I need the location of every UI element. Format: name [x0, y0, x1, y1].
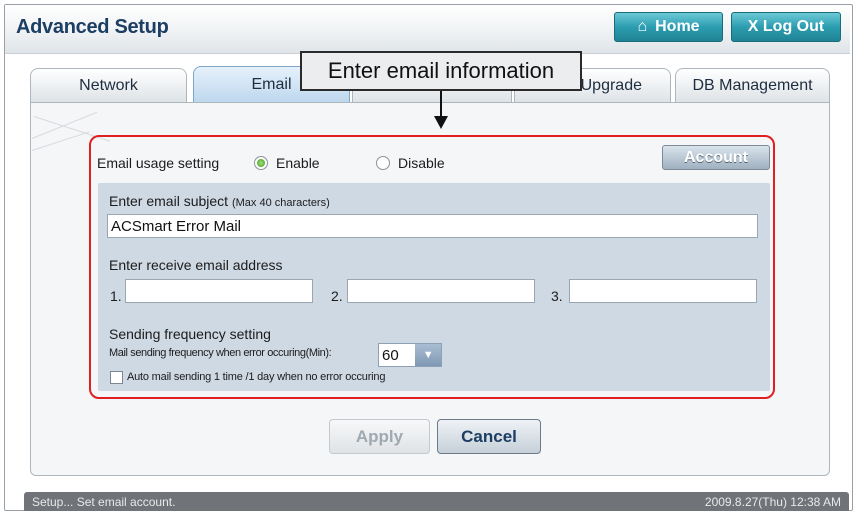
address-input-2[interactable]	[347, 279, 535, 303]
enable-radio[interactable]: Enable	[254, 155, 320, 171]
subject-label: Enter email subject (Max 40 characters)	[109, 193, 330, 209]
tab-network[interactable]: Network	[30, 68, 187, 103]
address-input-3[interactable]	[569, 279, 757, 303]
frequency-label: Sending frequency setting	[109, 326, 271, 342]
email-usage-label: Email usage setting	[97, 155, 220, 171]
address-input-1[interactable]	[125, 279, 313, 303]
apply-button[interactable]: Apply	[329, 419, 430, 454]
address-number-1: 1.	[110, 288, 122, 304]
cancel-button[interactable]: Cancel	[437, 419, 541, 454]
subject-input[interactable]: ACSmart Error Mail	[107, 214, 758, 238]
enable-label: Enable	[276, 155, 320, 171]
subject-hint: (Max 40 characters)	[231, 197, 330, 209]
logout-button[interactable]: X Log Out	[731, 12, 841, 42]
disable-radio[interactable]: Disable	[376, 155, 445, 171]
address-number-2: 2.	[331, 288, 343, 304]
receive-address-label: Enter receive email address	[109, 257, 283, 273]
frequency-value: 60	[382, 346, 399, 364]
callout-arrow-line	[440, 91, 442, 118]
radio-unselected-icon	[376, 156, 390, 170]
callout-label: Enter email information	[300, 51, 582, 91]
status-message: Setup... Set email account.	[32, 494, 176, 509]
arrow-down-icon	[434, 116, 448, 129]
auto-mail-label: Auto mail sending 1 time /1 day when no …	[127, 371, 386, 383]
home-button[interactable]: ⌂ Home	[614, 12, 723, 42]
subject-label-text: Enter email subject	[109, 193, 229, 209]
auto-mail-checkbox[interactable]	[110, 371, 123, 384]
disable-label: Disable	[398, 155, 445, 171]
account-button[interactable]: Account	[662, 145, 770, 170]
page-title: Advanced Setup	[16, 16, 169, 38]
address-number-3: 3.	[551, 288, 563, 304]
frequency-select[interactable]: 60 ▼	[378, 343, 442, 367]
frequency-description: Mail sending frequency when error occuri…	[109, 347, 332, 359]
home-icon: ⌂	[637, 18, 648, 35]
chevron-down-icon[interactable]: ▼	[415, 344, 441, 366]
status-bar: Setup... Set email account. 2009.8.27(Th…	[24, 492, 849, 511]
tab-db-management[interactable]: DB Management	[675, 68, 830, 103]
home-button-label: Home	[655, 18, 700, 35]
radio-selected-icon	[254, 156, 268, 170]
status-datetime: 2009.8.27(Thu) 12:38 AM	[704, 494, 841, 509]
